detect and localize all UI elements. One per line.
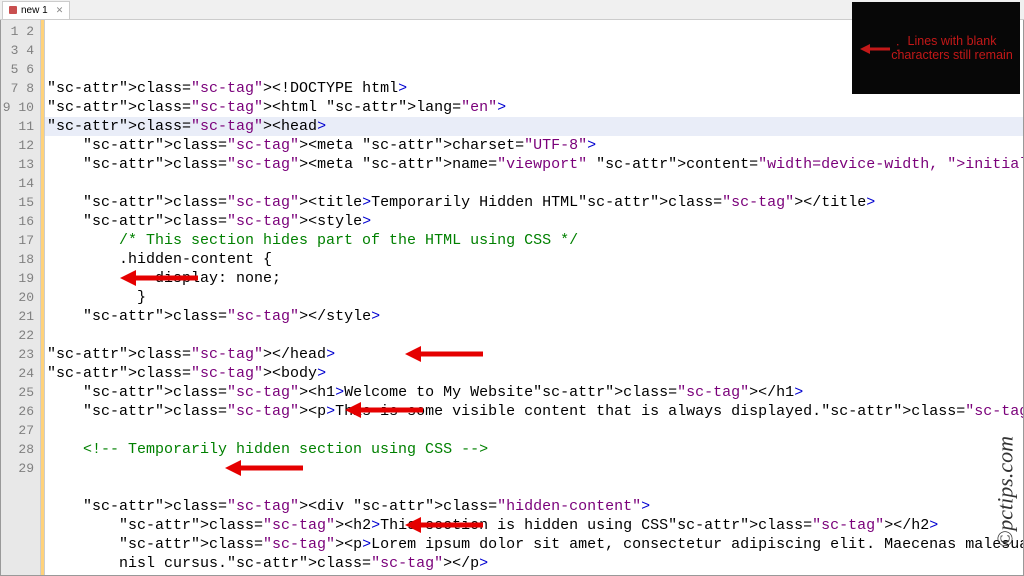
arrow-left-icon xyxy=(405,515,483,535)
arrow-left-icon xyxy=(860,42,890,56)
code-area[interactable]: "sc-attr">class="sc-tag"><!DOCTYPE html>… xyxy=(45,20,1023,575)
arrow-left-icon xyxy=(225,458,303,478)
arrow-left-icon xyxy=(405,344,483,364)
watermark: ©pctips.com xyxy=(992,436,1018,547)
file-tab[interactable]: new 1 ✕ xyxy=(2,1,70,19)
arrow-left-icon xyxy=(120,268,198,288)
callout-marker: : xyxy=(896,40,899,54)
callout-text: Lines with blank characters still remain xyxy=(890,34,1014,62)
code-content: "sc-attr">class="sc-tag"><!DOCTYPE html>… xyxy=(47,79,1023,575)
line-number-gutter: 1 2 3 4 5 6 7 8 9 10 11 12 13 14 15 16 1… xyxy=(1,20,41,575)
code-editor[interactable]: 1 2 3 4 5 6 7 8 9 10 11 12 13 14 15 16 1… xyxy=(0,20,1024,576)
file-modified-icon xyxy=(9,6,17,14)
close-icon[interactable]: ✕ xyxy=(56,5,64,16)
annotation-callout: : Lines with blank characters still rema… xyxy=(852,2,1020,94)
tab-label: new 1 xyxy=(21,5,48,16)
arrow-left-icon xyxy=(345,400,423,420)
